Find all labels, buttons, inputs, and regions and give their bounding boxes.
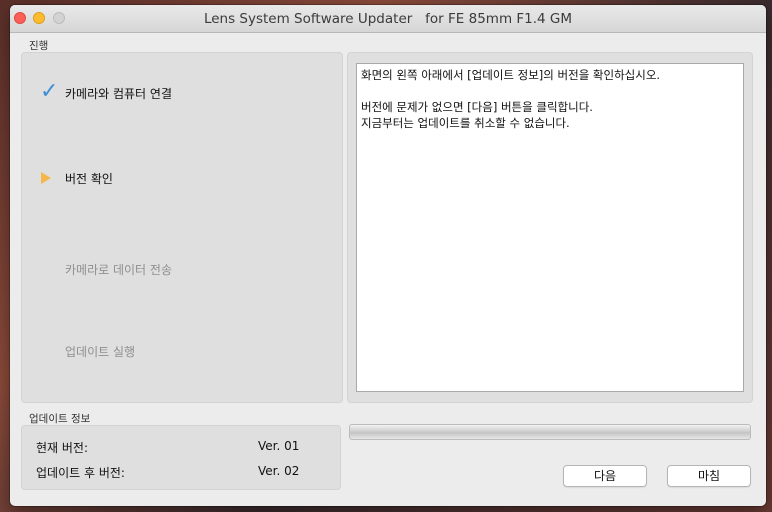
step-connect: ✓ 카메라와 컴퓨터 연결 (22, 79, 342, 105)
current-version-row: 현재 버전: Ver. 01 (36, 439, 316, 457)
current-version-value: Ver. 01 (258, 439, 300, 453)
message-panel: 화면의 왼쪽 아래에서 [업데이트 정보]의 버전을 확인하십시오. 버전에 문… (347, 52, 753, 403)
play-arrow-icon (38, 166, 58, 190)
message-text-area[interactable]: 화면의 왼쪽 아래에서 [업데이트 정보]의 버전을 확인하십시오. 버전에 문… (356, 63, 744, 392)
checkmark-icon: ✓ (40, 79, 59, 104)
next-button[interactable]: 다음 (563, 465, 647, 487)
step-run-update: 업데이트 실행 (22, 339, 342, 363)
step-label: 카메라로 데이터 전송 (65, 263, 172, 277)
progress-steps-panel: ✓ 카메라와 컴퓨터 연결 버전 확인 카메라로 데이터 전송 업데이트 실행 (21, 52, 343, 403)
update-info-label: 업데이트 정보 (29, 413, 91, 425)
message-line: 버전에 문제가 없으면 [다음] 버튼을 클릭합니다. (361, 100, 593, 114)
progress-section-label: 진행 (29, 40, 49, 52)
after-version-row: 업데이트 후 버전: Ver. 02 (36, 464, 316, 482)
step-label: 업데이트 실행 (65, 345, 136, 359)
title-bar[interactable]: Lens System Software Updater for FE 85mm… (10, 5, 766, 33)
update-info-panel: 현재 버전: Ver. 01 업데이트 후 버전: Ver. 02 (21, 425, 341, 490)
updater-window: Lens System Software Updater for FE 85mm… (10, 5, 766, 506)
message-spacer (361, 83, 739, 99)
step-transfer-data: 카메라로 데이터 전송 (22, 257, 342, 281)
step-version-check: 버전 확인 (22, 166, 342, 190)
after-version-value: Ver. 02 (258, 464, 300, 478)
message-line: 지금부터는 업데이트를 취소할 수 없습니다. (361, 116, 570, 130)
finish-button[interactable]: 마침 (667, 465, 751, 487)
step-label: 카메라와 컴퓨터 연결 (65, 87, 172, 101)
message-line: 화면의 왼쪽 아래에서 [업데이트 정보]의 버전을 확인하십시오. (361, 68, 661, 82)
window-title: Lens System Software Updater for FE 85mm… (203, 11, 573, 27)
after-version-label: 업데이트 후 버전: (36, 466, 125, 480)
current-version-label: 현재 버전: (36, 441, 89, 455)
step-label: 버전 확인 (65, 172, 113, 186)
progress-bar (349, 424, 751, 440)
